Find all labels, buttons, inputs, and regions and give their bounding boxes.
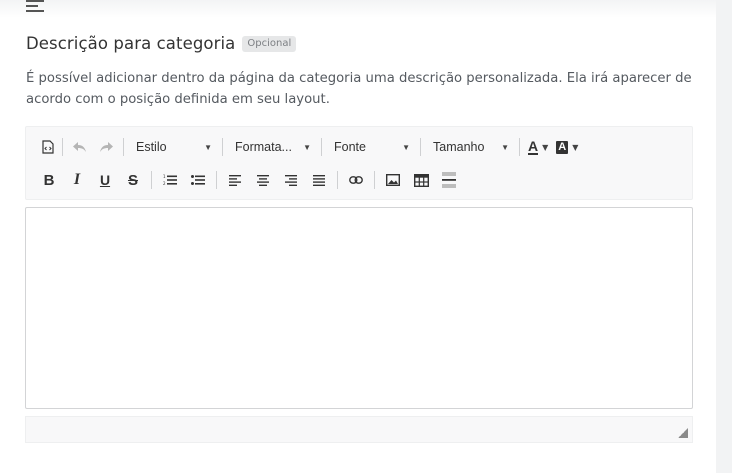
background-color-icon: A [556, 140, 569, 154]
category-form-card: Descrição para categoria Opcional É poss… [0, 0, 716, 473]
size-dropdown-label: Tamanho [433, 140, 485, 154]
bulleted-list-icon[interactable] [184, 168, 212, 192]
toolbar-row-1: Estilo ▼ Formata... ▼ Fonte ▼ Tamanho ▼ … [38, 135, 582, 159]
align-left-icon[interactable] [221, 168, 249, 192]
chevron-down-icon: ▼ [501, 142, 509, 152]
undo-icon[interactable] [67, 135, 93, 159]
toolbar-separator [321, 138, 322, 156]
align-icon [26, 0, 48, 16]
strikethrough-button[interactable]: S [119, 168, 147, 192]
image-icon[interactable] [379, 168, 407, 192]
align-center-icon[interactable] [249, 168, 277, 192]
page-right-edge [716, 0, 732, 473]
section-description: É possível adicionar dentro da página da… [26, 71, 692, 107]
numbered-list-icon[interactable]: 12 [156, 168, 184, 192]
chevron-down-icon: ▼ [572, 142, 579, 152]
toolbar-row-2: B I U S 12 [35, 168, 463, 192]
toolbar-separator [123, 138, 124, 156]
style-dropdown-label: Estilo [136, 140, 167, 154]
source-code-icon[interactable] [38, 135, 58, 159]
toolbar-separator [222, 138, 223, 156]
align-right-icon[interactable] [277, 168, 305, 192]
align-justify-icon[interactable] [305, 168, 333, 192]
svg-text:2: 2 [163, 181, 166, 186]
text-color-button[interactable]: A ▼ [524, 135, 552, 159]
toolbar-separator [519, 138, 520, 156]
section-title: Descrição para categoria [26, 34, 236, 53]
font-dropdown[interactable]: Fonte ▼ [326, 135, 416, 159]
redo-icon[interactable] [93, 135, 119, 159]
editor-content-area[interactable] [25, 207, 693, 409]
optional-badge: Opcional [242, 35, 297, 52]
editor-status-bar [25, 416, 693, 443]
top-fade [0, 0, 716, 18]
font-dropdown-label: Fonte [334, 140, 366, 154]
toolbar-separator [374, 171, 375, 189]
size-dropdown[interactable]: Tamanho ▼ [425, 135, 515, 159]
italic-button[interactable]: I [63, 168, 91, 192]
chevron-down-icon: ▼ [204, 142, 212, 152]
svg-text:1: 1 [163, 174, 166, 179]
style-dropdown[interactable]: Estilo ▼ [128, 135, 218, 159]
background-color-button[interactable]: A ▼ [552, 135, 582, 159]
bold-button[interactable]: B [35, 168, 63, 192]
table-icon[interactable] [407, 168, 435, 192]
toolbar-separator [62, 138, 63, 156]
underline-button[interactable]: U [91, 168, 119, 192]
link-icon[interactable] [342, 168, 370, 192]
chevron-down-icon: ▼ [402, 142, 410, 152]
format-dropdown-label: Formata... [235, 140, 292, 154]
chevron-down-icon: ▼ [542, 142, 549, 152]
editor-toolbar: Estilo ▼ Formata... ▼ Fonte ▼ Tamanho ▼ … [25, 126, 693, 200]
format-dropdown[interactable]: Formata... ▼ [227, 135, 317, 159]
text-color-icon: A [528, 138, 539, 155]
resize-handle-icon[interactable] [678, 428, 688, 438]
toolbar-separator [151, 171, 152, 189]
horizontal-rule-icon[interactable] [435, 168, 463, 192]
toolbar-separator [216, 171, 217, 189]
section-header: Descrição para categoria Opcional [26, 34, 297, 53]
chevron-down-icon: ▼ [303, 142, 311, 152]
toolbar-separator [420, 138, 421, 156]
toolbar-separator [337, 171, 338, 189]
